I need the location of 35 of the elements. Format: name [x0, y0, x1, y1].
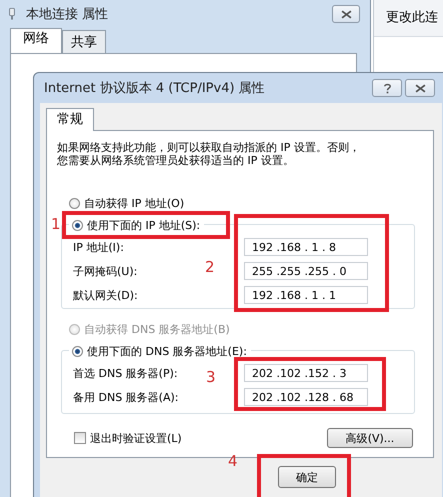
ip-address-field[interactable]: 202 .102 .128 . 68: [244, 388, 368, 406]
ip-address-field[interactable]: 192 .168 . 1 . 1: [244, 286, 368, 304]
field-label: 默认网关(D):: [73, 288, 138, 302]
step-number: 1: [51, 216, 61, 232]
description-text: 您需要从网络系统管理员处获得适当的 IP 设置。: [57, 154, 294, 167]
description-text: 如果网络支持此功能，则可以获取自动指派的 IP 设置。否则，: [57, 141, 360, 154]
tab[interactable]: 网络: [10, 28, 62, 53]
dialog-title: Internet 协议版本 4 (TCP/IPv4) 属性: [44, 80, 265, 97]
window-title: 本地连接 属性: [26, 6, 108, 23]
close-button[interactable]: [405, 79, 435, 97]
step-number: 3: [206, 369, 216, 385]
ok-button[interactable]: 确定: [278, 466, 336, 488]
help-button[interactable]: [372, 79, 402, 97]
field-label: 子网掩码(U):: [73, 264, 138, 278]
ip-address-field[interactable]: 255 .255 .255 . 0: [244, 262, 368, 280]
checkbox-option[interactable]: 退出时验证设置(L): [74, 430, 182, 446]
toolbar-item[interactable]: 更改此连: [374, 0, 443, 37]
ip-address-field[interactable]: 202 .102 .152 . 3: [244, 364, 368, 382]
help-icon: [382, 82, 392, 94]
step-number: 4: [228, 453, 238, 469]
close-icon: [414, 84, 426, 92]
advanced-button[interactable]: 高级(V)...: [327, 428, 413, 448]
radio-option[interactable]: 使用下面的 IP 地址(S):: [69, 217, 204, 233]
radio-option[interactable]: 自动获得 IP 地址(O): [69, 195, 184, 211]
step-number: 2: [205, 259, 215, 275]
close-button[interactable]: [332, 5, 360, 23]
close-icon: [340, 10, 352, 18]
tab[interactable]: 常规: [46, 108, 94, 131]
field-label: IP 地址(I):: [73, 240, 124, 254]
radio-option[interactable]: 使用下面的 DNS 服务器地址(E):: [69, 343, 251, 359]
field-label: 首选 DNS 服务器(P):: [73, 366, 178, 380]
network-adapter-icon: [8, 7, 16, 21]
ip-address-field[interactable]: 192 .168 . 1 . 8: [244, 238, 368, 256]
tab[interactable]: 共享: [62, 30, 106, 53]
field-label: 备用 DNS 服务器(A):: [73, 390, 178, 404]
